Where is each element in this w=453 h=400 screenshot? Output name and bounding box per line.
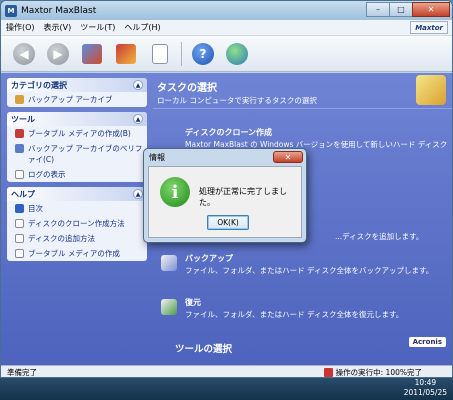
- back-arrow-icon: ◀: [13, 42, 35, 65]
- forward-arrow-icon: ▶: [47, 42, 69, 65]
- log-icon: [15, 170, 24, 179]
- operation-icon: [323, 368, 333, 377]
- sidebar-item-backup-archive[interactable]: バックアップ アーカイブ: [7, 92, 147, 107]
- sidebar-item-bootable-media[interactable]: ブータブル メディアの作成(B): [7, 126, 147, 141]
- dialog-close-button[interactable]: ✕: [273, 151, 303, 163]
- menu-help[interactable]: ヘルプ(H): [124, 22, 160, 33]
- menu-view[interactable]: 表示(V): [44, 22, 72, 33]
- taskbar: 10:49 2011/05/25: [0, 378, 453, 400]
- help-book-icon: [15, 204, 24, 213]
- help-page-icon: [15, 249, 24, 258]
- archive-icon: [15, 95, 24, 104]
- sidebar-item-clone-howto[interactable]: ディスクのクローン作成方法: [7, 216, 147, 231]
- sidebar-item-contents[interactable]: 目次: [7, 201, 147, 216]
- maximize-button[interactable]: □: [389, 2, 413, 17]
- clock-time: 10:49: [414, 378, 437, 387]
- clock-date: 2011/05/25: [403, 388, 447, 397]
- tools-panel: ツール ▲ ブータブル メディアの作成(B) バックアップ アーカイブのベリファイ…: [7, 112, 147, 182]
- minimize-button[interactable]: –: [366, 2, 390, 17]
- page-subtitle: ローカル コンピュータで実行するタスクの選択: [157, 96, 317, 105]
- sidebar-item-bootable-howto[interactable]: ブータブル メディアの作成: [7, 246, 147, 261]
- chevron-up-icon[interactable]: ▲: [133, 114, 143, 124]
- verify-icon: [15, 144, 24, 153]
- task-restore[interactable]: 復元 ファイル、フォルダ、またはハード ディスク全体を復元します。: [161, 297, 449, 321]
- forward-button[interactable]: ▶: [45, 41, 71, 67]
- page-title: タスクの選択: [157, 83, 217, 94]
- document-icon: [152, 43, 168, 64]
- task-backup[interactable]: バックアップ ファイル、フォルダ、またはハード ディスク全体をバックアップします。: [161, 253, 449, 277]
- toolbar: ◀ ▶ ?: [1, 36, 452, 72]
- chevron-up-icon[interactable]: ▲: [133, 80, 143, 90]
- window-title: Maxtor MaxBlast: [21, 5, 97, 16]
- panel-header[interactable]: カテゴリの選択 ▲: [7, 78, 147, 92]
- status-text: 準備完了: [7, 368, 37, 377]
- backup-icon: [161, 255, 177, 271]
- update-globe-icon: [226, 42, 248, 65]
- log-toolbar-button[interactable]: [147, 41, 173, 67]
- tools-icon: [116, 43, 136, 64]
- ok-button[interactable]: OK(K): [207, 215, 249, 230]
- dialog-body: i 処理が正常に完了しました。 OK(K): [148, 166, 302, 238]
- help-icon: ?: [192, 42, 214, 65]
- dialog-title: 情報: [149, 152, 165, 162]
- close-button[interactable]: ✕: [412, 2, 450, 17]
- panel-header[interactable]: ヘルプ ▲: [7, 187, 147, 201]
- sidebar: カテゴリの選択 ▲ バックアップ アーカイブ ツール ▲ ブータブル メディアの作成…: [7, 78, 147, 266]
- menu-tools[interactable]: ツール(T): [80, 22, 115, 33]
- bootable-media-icon: [15, 129, 24, 138]
- status-bar: 準備完了 操作の実行中: 100%完了: [1, 365, 452, 377]
- panel-header[interactable]: ツール ▲: [7, 112, 147, 126]
- help-toolbar-button[interactable]: ?: [190, 41, 216, 67]
- update-toolbar-button[interactable]: [224, 41, 250, 67]
- help-panel: ヘルプ ▲ 目次 ディスクのクローン作成方法 ディスクの追加方法 ブータブル メデ…: [7, 187, 147, 261]
- info-dialog: 情報 ✕ i 処理が正常に完了しました。 OK(K): [143, 148, 307, 243]
- system-clock[interactable]: 10:49 2011/05/25: [404, 378, 447, 398]
- dialog-title-bar[interactable]: 情報 ✕: [144, 149, 306, 165]
- backup-icon: [82, 43, 102, 64]
- tools-section-title: ツールの選択: [175, 344, 233, 355]
- maxtor-logo: Maxtor: [410, 21, 448, 34]
- title-bar[interactable]: M Maxtor MaxBlast – □ ✕: [1, 1, 452, 20]
- category-panel: カテゴリの選択 ▲ バックアップ アーカイブ: [7, 78, 147, 107]
- information-icon: i: [160, 177, 190, 207]
- dialog-message: 処理が正常に完了しました。: [199, 187, 287, 207]
- sidebar-item-view-log[interactable]: ログの表示: [7, 167, 147, 182]
- restore-icon: [161, 299, 177, 315]
- progress-status: 操作の実行中: 100%完了: [323, 367, 452, 377]
- divider: [153, 108, 452, 109]
- menu-bar: 操作(O) 表示(V) ツール(T) ヘルプ(H) Maxtor: [1, 20, 452, 36]
- chevron-up-icon[interactable]: ▲: [133, 189, 143, 199]
- task-header-icon: [416, 75, 446, 105]
- help-page-icon: [15, 219, 24, 228]
- acronis-logo: Acronis: [408, 337, 446, 347]
- backup-toolbar-button[interactable]: [79, 41, 105, 67]
- tools-toolbar-button[interactable]: [113, 41, 139, 67]
- toolbar-separator: [181, 41, 182, 66]
- sidebar-item-add-disk-howto[interactable]: ディスクの追加方法: [7, 231, 147, 246]
- back-button[interactable]: ◀: [11, 41, 37, 67]
- help-page-icon: [15, 234, 24, 243]
- menu-operation[interactable]: 操作(O): [6, 22, 35, 33]
- sidebar-item-verify-archive[interactable]: バックアップ アーカイブのベリファイ(C): [7, 141, 147, 167]
- app-icon: M: [5, 4, 17, 17]
